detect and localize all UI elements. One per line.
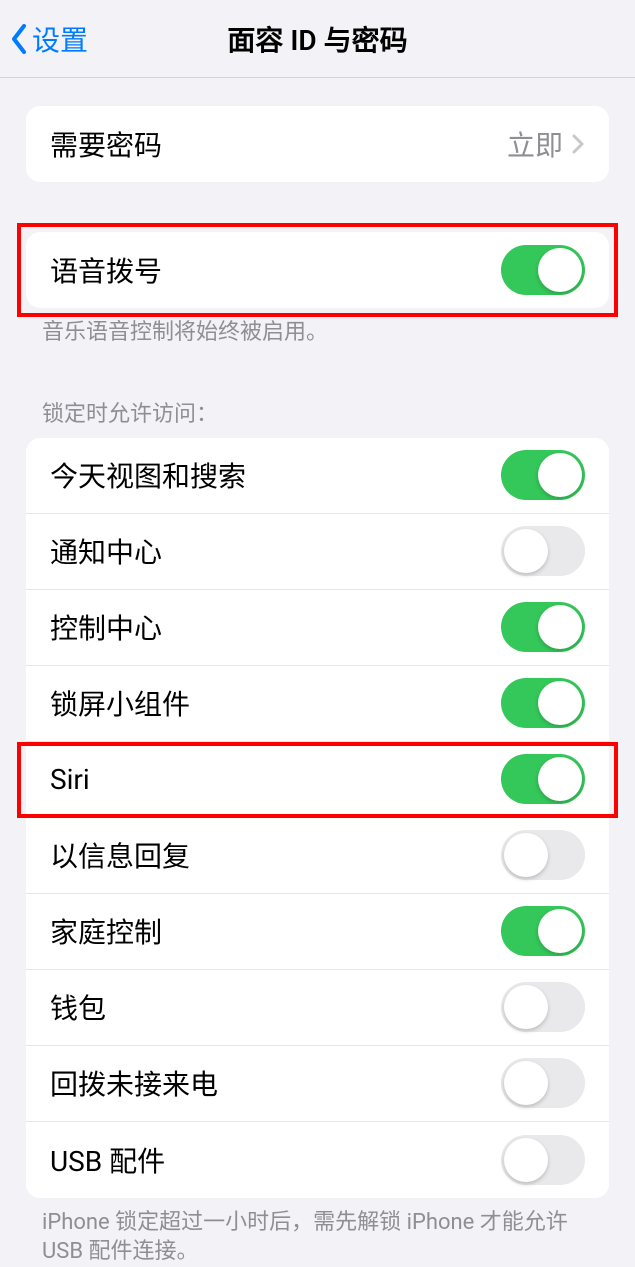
lock-access-label: Siri: [50, 763, 90, 796]
lock-access-row: 钱包: [26, 970, 609, 1046]
lock-access-row: 锁屏小组件: [26, 666, 609, 742]
lock-access-toggle[interactable]: [501, 526, 585, 576]
voice-dial-toggle[interactable]: [501, 245, 585, 295]
lock-access-label: USB 配件: [50, 1140, 165, 1180]
lock-access-row: 通知中心: [26, 514, 609, 590]
lock-access-label: 控制中心: [50, 607, 162, 647]
lock-access-row: 今天视图和搜索: [26, 438, 609, 514]
lock-access-toggle[interactable]: [501, 678, 585, 728]
page-title: 面容 ID 与密码: [227, 19, 407, 59]
lock-access-label: 回拨未接来电: [50, 1063, 218, 1103]
voice-dial-row: 语音拨号: [26, 232, 609, 308]
lock-access-toggle[interactable]: [501, 1058, 585, 1108]
lock-access-toggle[interactable]: [501, 982, 585, 1032]
lock-access-toggle[interactable]: [501, 602, 585, 652]
lock-access-row: 控制中心: [26, 590, 609, 666]
voice-dial-label: 语音拨号: [50, 250, 162, 290]
lock-access-label: 以信息回复: [50, 835, 190, 875]
require-passcode-value: 立即: [507, 124, 563, 164]
chevron-left-icon: [10, 23, 28, 55]
require-passcode-label: 需要密码: [50, 124, 162, 164]
lock-access-label: 家庭控制: [50, 911, 162, 951]
require-passcode-row[interactable]: 需要密码 立即: [26, 106, 609, 182]
lock-access-toggle[interactable]: [501, 906, 585, 956]
lock-access-row: 回拨未接来电: [26, 1046, 609, 1122]
back-label: 设置: [32, 19, 88, 59]
lock-access-toggle[interactable]: [501, 830, 585, 880]
lock-access-toggle[interactable]: [501, 754, 585, 804]
lock-access-label: 今天视图和搜索: [50, 455, 246, 495]
lock-access-row: Siri: [26, 742, 609, 818]
require-passcode-group: 需要密码 立即: [26, 106, 609, 182]
lock-access-row: 以信息回复: [26, 818, 609, 894]
lock-access-footer: iPhone 锁定超过一小时后，需先解锁 iPhone 才能允许 USB 配件连…: [0, 1198, 635, 1267]
lock-access-header: 锁定时允许访问：: [0, 396, 635, 438]
lock-access-row: 家庭控制: [26, 894, 609, 970]
lock-access-toggle[interactable]: [501, 1135, 585, 1185]
lock-access-label: 钱包: [50, 987, 106, 1027]
voice-dial-group: 语音拨号: [26, 232, 609, 308]
lock-access-row: USB 配件: [26, 1122, 609, 1198]
lock-access-label: 通知中心: [50, 531, 162, 571]
lock-access-label: 锁屏小组件: [50, 683, 190, 723]
navigation-header: 设置 面容 ID 与密码: [0, 0, 635, 78]
lock-access-toggle[interactable]: [501, 450, 585, 500]
voice-dial-footer: 音乐语音控制将始终被启用。: [0, 308, 635, 348]
lock-access-group: 今天视图和搜索通知中心控制中心锁屏小组件 Siri 以信息回复家庭控制钱包回拨未接来…: [26, 438, 609, 1198]
chevron-right-icon: [571, 133, 585, 155]
back-button[interactable]: 设置: [0, 19, 88, 59]
